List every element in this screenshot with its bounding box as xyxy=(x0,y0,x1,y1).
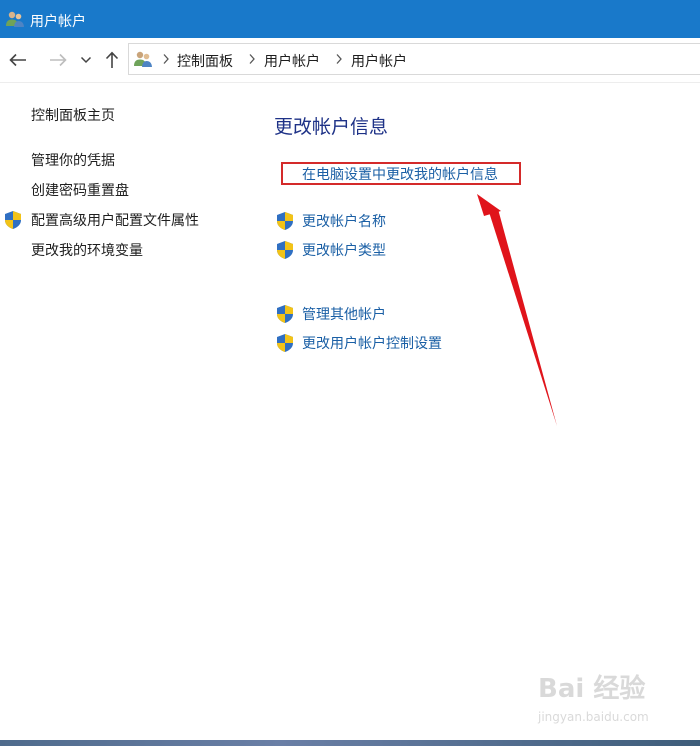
window-title: 用户帐户 xyxy=(30,14,86,30)
control-panel-home-link[interactable]: 控制面板主页 xyxy=(31,105,115,125)
shield-icon xyxy=(276,240,294,264)
shield-icon xyxy=(276,304,294,328)
page-title: 更改帐户信息 xyxy=(274,116,389,138)
change-environment-variables-link[interactable]: 更改我的环境变量 xyxy=(31,240,143,260)
chevron-right-icon xyxy=(162,53,170,69)
manage-credentials-link[interactable]: 管理你的凭据 xyxy=(31,150,115,170)
watermark-url: jingyan.baidu.com xyxy=(538,710,649,724)
watermark-text: Bai 经验 xyxy=(538,674,646,704)
breadcrumb-control-panel[interactable]: 控制面板 xyxy=(177,51,233,71)
change-account-name-link[interactable]: 更改帐户名称 xyxy=(302,211,386,231)
chevron-right-icon[interactable] xyxy=(248,53,256,69)
title-bar: 用户帐户 xyxy=(0,0,700,38)
shield-icon xyxy=(276,333,294,357)
shield-icon xyxy=(4,210,22,234)
recent-locations-button[interactable] xyxy=(77,49,95,71)
arrow-up-icon xyxy=(105,51,119,68)
create-password-reset-disk-link[interactable]: 创建密码重置盘 xyxy=(31,180,129,200)
users-icon xyxy=(5,9,25,33)
up-button[interactable] xyxy=(101,49,123,71)
watermark: Bai 经验 jingyan.baidu.com xyxy=(534,668,664,734)
chevron-right-icon[interactable] xyxy=(335,53,343,69)
breadcrumb-user-accounts[interactable]: 用户帐户 xyxy=(264,51,320,71)
arrow-right-icon xyxy=(50,53,67,67)
change-uac-settings-link[interactable]: 更改用户帐户控制设置 xyxy=(302,333,442,353)
advanced-profile-properties-link[interactable]: 配置高级用户配置文件属性 xyxy=(31,210,199,230)
manage-other-accounts-link[interactable]: 管理其他帐户 xyxy=(302,304,386,324)
back-button[interactable] xyxy=(7,49,29,71)
change-account-type-link[interactable]: 更改帐户类型 xyxy=(302,240,386,260)
taskbar-edge xyxy=(0,740,700,746)
pc-settings-account-link[interactable]: 在电脑设置中更改我的帐户信息 xyxy=(302,164,498,184)
arrow-left-icon xyxy=(9,53,26,67)
chevron-down-icon xyxy=(80,56,92,64)
users-icon xyxy=(133,49,153,73)
shield-icon xyxy=(276,211,294,235)
forward-button[interactable] xyxy=(47,49,69,71)
address-box[interactable]: 控制面板 用户帐户 用户帐户 xyxy=(128,43,700,75)
breadcrumb-user-accounts-current[interactable]: 用户帐户 xyxy=(351,51,407,71)
address-bar: 控制面板 用户帐户 用户帐户 xyxy=(0,38,700,83)
